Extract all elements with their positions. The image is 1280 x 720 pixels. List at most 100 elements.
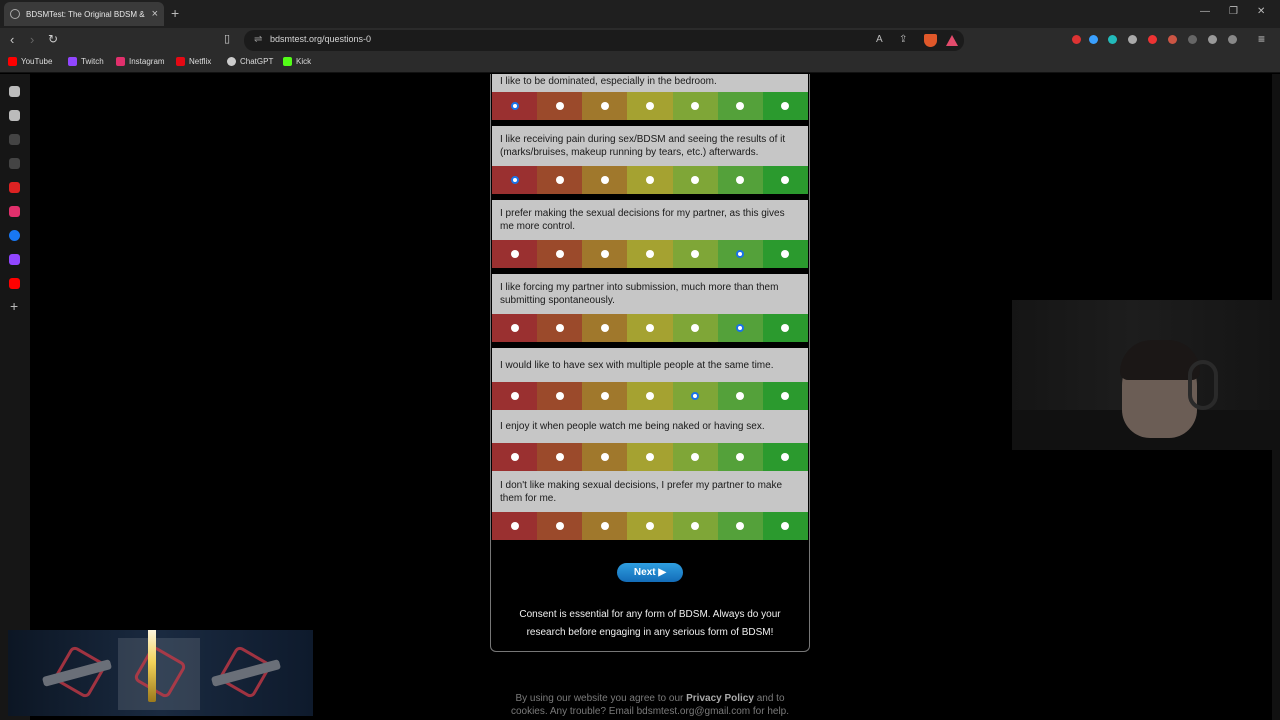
answer-option[interactable] [537,382,583,410]
answer-option[interactable] [582,166,628,194]
minimize-icon[interactable]: — [1200,6,1210,17]
answer-option[interactable] [537,512,583,540]
answer-option[interactable] [672,382,718,410]
radio-button[interactable] [510,392,519,400]
answer-option[interactable] [672,512,718,540]
answer-option[interactable] [492,240,538,268]
radio-button[interactable] [600,102,609,110]
instagram-icon[interactable] [9,206,20,217]
bookmark-kick[interactable]: Kick [283,57,311,66]
back-icon[interactable]: ‹ [10,32,14,47]
wallet-icon[interactable] [9,134,20,145]
next-button[interactable]: Next ▶ [617,563,683,582]
translate-icon[interactable]: A [876,34,883,45]
close-tab-icon[interactable]: × [152,8,158,20]
leo-ai-icon[interactable] [9,86,20,97]
answer-option[interactable] [762,92,808,120]
bookmark-instagram[interactable]: Instagram [116,57,165,66]
brave-shield-icon[interactable] [924,34,937,47]
answer-option[interactable] [762,512,808,540]
radio-button[interactable] [781,102,790,110]
answer-option[interactable] [762,314,808,342]
answer-option[interactable] [672,314,718,342]
bookmark-twitch[interactable]: Twitch [68,57,104,66]
answer-option[interactable] [537,166,583,194]
radio-button[interactable] [555,176,564,184]
extension-icon[interactable] [1168,35,1177,44]
answer-option[interactable] [762,382,808,410]
answer-option[interactable] [492,512,538,540]
radio-button[interactable] [691,324,700,332]
radio-button[interactable] [555,324,564,332]
answer-option[interactable] [717,240,763,268]
answer-option[interactable] [672,166,718,194]
answer-option[interactable] [627,166,673,194]
answer-option[interactable] [537,314,583,342]
radio-button[interactable] [645,522,654,530]
reload-icon[interactable]: ↻ [48,32,58,46]
radio-button[interactable] [781,324,790,332]
extension-icon[interactable] [1148,35,1157,44]
answer-option[interactable] [627,92,673,120]
radio-button[interactable] [781,453,790,461]
answer-option[interactable] [672,240,718,268]
bookmark-netflix[interactable]: Netflix [176,57,211,66]
extension-icon[interactable] [1128,35,1137,44]
radio-button[interactable] [736,102,745,110]
answer-option[interactable] [492,314,538,342]
radio-button[interactable] [600,522,609,530]
radio-button[interactable] [691,522,700,530]
radio-button[interactable] [781,392,790,400]
answer-option[interactable] [672,443,718,471]
answer-option[interactable] [537,443,583,471]
facebook-icon[interactable] [9,230,20,241]
radio-button[interactable] [691,453,700,461]
radio-button[interactable] [600,324,609,332]
brave-icon[interactable] [9,182,20,193]
extension-icon[interactable] [1089,35,1098,44]
radio-button[interactable] [510,522,519,530]
extension-icon[interactable] [1108,35,1117,44]
radio-button[interactable] [645,176,654,184]
close-window-icon[interactable]: ✕ [1257,6,1265,17]
radio-button[interactable] [781,250,790,258]
bookmark-chatgpt[interactable]: ChatGPT [227,57,273,66]
twitch-icon[interactable] [9,254,20,265]
radio-button[interactable] [736,176,745,184]
radio-button[interactable] [600,392,609,400]
radio-button[interactable] [736,392,745,400]
tab-active[interactable]: BDSMTest: The Original BDSM & × [4,2,164,26]
reading-list-icon[interactable] [9,110,20,121]
answer-option[interactable] [717,382,763,410]
answer-option[interactable] [492,166,538,194]
radio-button[interactable] [736,453,745,461]
answer-option[interactable] [717,443,763,471]
answer-option[interactable] [627,382,673,410]
bookmark-icon[interactable]: ▯ [224,32,230,45]
menu-icon[interactable]: ≡ [1258,32,1265,46]
answer-option[interactable] [537,92,583,120]
forward-icon[interactable]: › [30,32,34,47]
radio-button[interactable] [736,522,745,530]
radio-button[interactable] [510,250,519,258]
answer-option[interactable] [717,92,763,120]
answer-option[interactable] [627,512,673,540]
radio-button[interactable] [645,250,654,258]
answer-option[interactable] [582,382,628,410]
answer-option[interactable] [492,443,538,471]
youtube-icon[interactable] [9,278,20,289]
history-icon[interactable] [9,158,20,169]
answer-option[interactable] [627,314,673,342]
radio-button[interactable] [691,250,700,258]
radio-button[interactable] [510,324,519,332]
answer-option[interactable] [627,443,673,471]
answer-option[interactable] [582,314,628,342]
answer-option[interactable] [492,92,538,120]
radio-button[interactable] [645,453,654,461]
support-email[interactable]: bdsmtest.org@gmail.com [637,706,751,717]
answer-option[interactable] [717,314,763,342]
answer-option[interactable] [672,92,718,120]
radio-button[interactable] [691,102,700,110]
radio-selected[interactable] [510,176,519,184]
radio-button[interactable] [510,453,519,461]
